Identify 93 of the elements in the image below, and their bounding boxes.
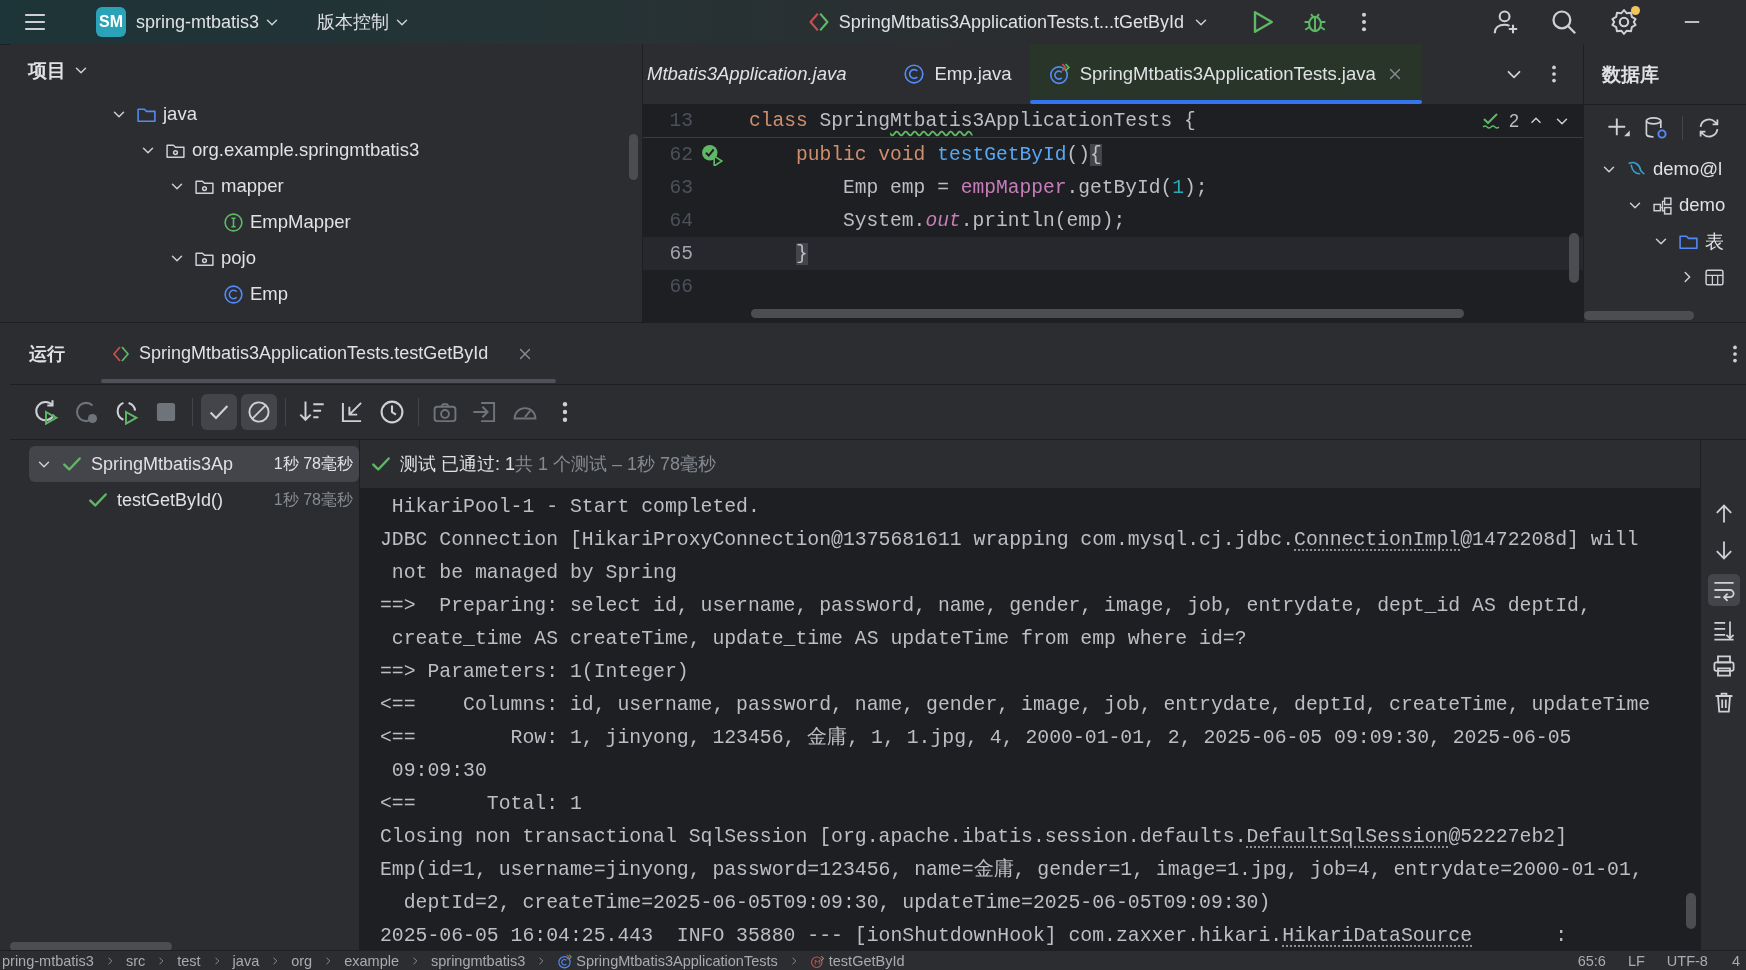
- breadcrumb[interactable]: org: [291, 953, 313, 969]
- console-link[interactable]: ConnectionImpl: [1294, 529, 1461, 551]
- inspection-check-icon: [1481, 111, 1501, 131]
- test-method-icon: [809, 953, 825, 969]
- console-line: <== Row: 1, jinyong, 123456, 金庸, 1, 1.jpg, 4, 2000-01-01, 2, 2025-06-05 09:09:30, 2025-06-05: [380, 725, 1573, 751]
- console-line: <== Columns: id, username, password, name, gender, image, job, entrydate, deptId, createTime, updateTime: [380, 693, 1652, 718]
- import-icon[interactable]: [472, 399, 498, 425]
- breadcrumb[interactable]: testGetById: [809, 953, 905, 969]
- breadcrumb[interactable]: pring-mtbatis3: [2, 953, 94, 969]
- show-passed-toggle[interactable]: [201, 394, 237, 430]
- database-settings-icon[interactable]: [1644, 116, 1668, 140]
- console-line: Emp(id=1, username=jinyong, password=123456, name=金庸, gender=1, image=1.jpg, job=4, entrydate=2000-01-01,: [380, 857, 1644, 883]
- line-number: 65: [668, 242, 693, 265]
- refresh-icon[interactable]: [1697, 116, 1721, 140]
- tree-item-label[interactable]: mapper: [221, 175, 284, 197]
- interface-icon: [223, 211, 244, 233]
- tree-item-label[interactable]: demo: [1679, 194, 1726, 216]
- console-line: JDBC Connection [HikariProxyConnection@1375681611 wrapping com.mysql.cj.jdbc.ConnectionImpl@1472208d] will: [380, 528, 1640, 553]
- tree-item-label[interactable]: EmpMapper: [250, 211, 351, 233]
- editor-tab[interactable]: SpringMtbatis3ApplicationTests.java: [1029, 44, 1422, 104]
- tree-item-label[interactable]: 表: [1705, 228, 1724, 254]
- table-icon: [1704, 266, 1725, 288]
- test-duration: 1秒 78毫秒: [273, 489, 353, 510]
- test-tree-row[interactable]: testGetById() 1秒 78毫秒: [29, 482, 359, 518]
- test-class-icon: [557, 953, 573, 969]
- tree-item-label[interactable]: pojo: [221, 247, 256, 269]
- breadcrumb[interactable]: src: [125, 953, 146, 969]
- file-encoding[interactable]: UTF-8: [1666, 953, 1708, 969]
- editor-tab[interactable]: Mtbatis3Application.java: [643, 44, 865, 104]
- breadcrumb[interactable]: java: [232, 953, 260, 969]
- breadcrumb[interactable]: example: [344, 953, 399, 969]
- test-class-icon: [1047, 63, 1070, 85]
- test-status: 测试 已通过: 1: [400, 453, 515, 476]
- code-line: public void testGetById(){: [795, 143, 1102, 166]
- panel-title: 运行: [29, 342, 65, 366]
- test-summary: 共 1 个测试 – 1秒 78毫秒: [515, 453, 717, 476]
- caret-position[interactable]: 65:6: [1577, 953, 1606, 969]
- project-badge: SM: [96, 7, 126, 37]
- test-name: testGetById(): [117, 489, 224, 511]
- tree-item-label[interactable]: java: [163, 103, 197, 125]
- console-line: deptId=2, createTime=2025-06-05T09:09:30, updateTime=2025-06-05T09:09:30): [402, 891, 1272, 916]
- test-passed-run-icon[interactable]: [701, 143, 723, 166]
- show-ignored-toggle[interactable]: [241, 394, 277, 430]
- scrollbar[interactable]: [10, 942, 172, 950]
- settings-icon[interactable]: [1610, 8, 1638, 36]
- test-duration: 1秒 78毫秒: [273, 453, 353, 474]
- scrollbar[interactable]: [751, 309, 1464, 318]
- console-link[interactable]: DefaultSqlSession: [1246, 826, 1449, 848]
- scrollbar[interactable]: [1569, 233, 1579, 283]
- add-user-icon[interactable]: [1492, 8, 1520, 36]
- rerun-icon[interactable]: [33, 399, 59, 425]
- collapse-icon[interactable]: [339, 399, 365, 425]
- run-configuration[interactable]: SpringMtbatis3ApplicationTests.t...tGetById: [806, 10, 1210, 34]
- panel-title: 数据库: [1602, 62, 1659, 87]
- tree-item-label[interactable]: demo@l: [1653, 158, 1723, 180]
- panel-title[interactable]: 项目: [28, 57, 66, 83]
- code-line: Emp emp = empMapper.getById(1);: [842, 176, 1208, 199]
- schema-icon: [1652, 194, 1673, 216]
- scrollbar[interactable]: [1584, 311, 1694, 320]
- console-line: <== Total: 1: [380, 792, 583, 817]
- scrollbar[interactable]: [1686, 893, 1696, 929]
- inspection-count: 2: [1509, 110, 1519, 132]
- search-icon[interactable]: [1550, 8, 1578, 36]
- line-ending[interactable]: LF: [1627, 953, 1645, 969]
- class-icon: [902, 63, 925, 85]
- breadcrumb[interactable]: SpringMtbatis3ApplicationTests: [557, 953, 778, 969]
- tree-item-label[interactable]: org.example.springmtbatis3: [192, 139, 420, 161]
- breadcrumb[interactable]: test: [177, 953, 201, 969]
- indent-setting[interactable]: 4: [1731, 953, 1740, 969]
- print-icon[interactable]: [1711, 654, 1736, 678]
- vcs-menu[interactable]: 版本控制: [317, 10, 412, 34]
- console-line: ==> Preparing: select id, username, password, name, gender, image, job, entrydate, dept_id AS deptId,: [380, 594, 1592, 619]
- breadcrumb[interactable]: springmtbatis3: [431, 953, 526, 969]
- console-line: not be managed by Spring: [390, 561, 678, 586]
- test-name: SpringMtbatis3Ap: [91, 453, 234, 475]
- project-selector[interactable]: spring-mtbatis3: [136, 11, 282, 33]
- console-line: 2025-06-05 16:04:25.443 INFO 35880 --- [ionShutdownHook] com.zaxxer.hikari.HikariDataSource :: [380, 924, 1569, 949]
- console-line: create_time AS createTime, update_time AS updateTime from emp where id=?: [390, 627, 1248, 652]
- class-icon: [223, 283, 244, 305]
- console-link[interactable]: HikariDataSource: [1282, 925, 1473, 947]
- console-line: HikariPool-1 - Start completed.: [390, 495, 761, 520]
- code-line: System.out.println(emp);: [842, 209, 1126, 232]
- rerun-failed-icon[interactable]: [73, 399, 99, 425]
- tree-item-label[interactable]: Emp: [250, 283, 289, 305]
- code-line: class SpringMtbatis3ApplicationTests {: [749, 110, 1196, 132]
- test-tree-row[interactable]: SpringMtbatis3Ap 1秒 78毫秒: [29, 446, 359, 482]
- console-line: Closing non transactional SqlSession [org.apache.ibatis.session.defaults.DefaultSqlSession@52227eb2]: [380, 825, 1569, 850]
- console-line: ==> Parameters: 1(Integer): [380, 660, 690, 685]
- history-icon[interactable]: [379, 399, 405, 425]
- console-line: 09:09:30: [390, 759, 488, 784]
- editor-tab[interactable]: Emp.java: [884, 44, 1030, 104]
- ban-icon: [247, 400, 271, 424]
- scrollbar[interactable]: [629, 134, 638, 180]
